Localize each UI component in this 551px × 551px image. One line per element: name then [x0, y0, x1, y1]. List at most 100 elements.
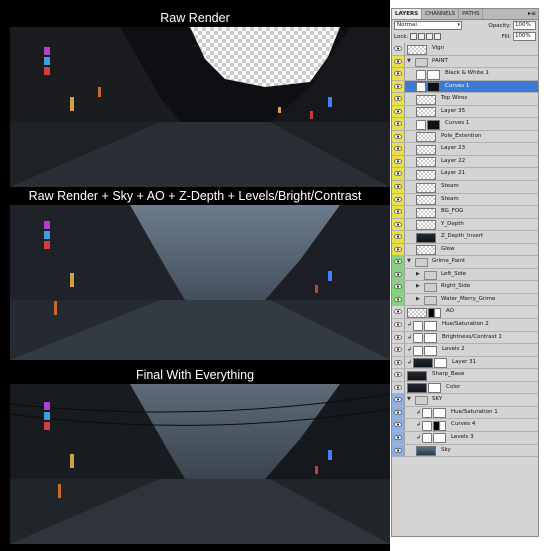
- lock-brush-icon[interactable]: [418, 33, 426, 40]
- layer-row[interactable]: Steam: [392, 193, 538, 207]
- layer-row[interactable]: ▶ Water_Merry_Grime: [392, 293, 538, 307]
- layer-row[interactable]: Curves 1: [392, 118, 538, 131]
- layer-name: Levels 2: [442, 346, 465, 353]
- visibility-eye-icon[interactable]: [392, 331, 405, 344]
- visibility-eye-icon[interactable]: [392, 93, 405, 105]
- layer-name: Hue/Saturation 1: [451, 408, 498, 415]
- lock-move-icon[interactable]: [426, 33, 434, 40]
- tab-layers[interactable]: LAYERS: [392, 9, 423, 19]
- visibility-eye-icon[interactable]: [392, 80, 405, 93]
- layer-row[interactable]: Pole_Extention: [392, 130, 538, 144]
- layer-row[interactable]: Layer 35: [392, 105, 538, 119]
- layer-row[interactable]: ↲ Layer 31: [392, 356, 538, 370]
- layer-row[interactable]: ▶ Left_Side: [392, 268, 538, 282]
- layer-row[interactable]: Black & White 1: [392, 68, 538, 81]
- visibility-eye-icon[interactable]: [392, 243, 405, 256]
- layer-row[interactable]: ▼ Grime_Paint: [392, 256, 538, 269]
- visibility-eye-icon[interactable]: [392, 293, 405, 306]
- visibility-eye-icon[interactable]: [392, 105, 405, 118]
- sky-ao-render-image: [10, 205, 390, 360]
- layer-row[interactable]: Y_Depth: [392, 218, 538, 232]
- visibility-eye-icon[interactable]: [392, 155, 405, 168]
- layer-row[interactable]: Curves 1: [392, 80, 538, 94]
- tab-paths[interactable]: PATHS: [459, 9, 484, 19]
- visibility-eye-icon[interactable]: [392, 43, 405, 55]
- expand-triangle-icon[interactable]: ▶: [416, 281, 420, 293]
- layer-name: Sky: [441, 446, 451, 453]
- visibility-eye-icon[interactable]: [392, 256, 405, 268]
- visibility-eye-icon[interactable]: [392, 306, 405, 319]
- layer-name: Pole_Extention: [441, 132, 482, 139]
- expand-triangle-icon[interactable]: ▶: [416, 294, 420, 306]
- expand-triangle-icon[interactable]: ▶: [416, 269, 420, 281]
- visibility-eye-icon[interactable]: [392, 130, 405, 143]
- layer-mask-thumbnail: [427, 119, 440, 130]
- layer-row[interactable]: Layer 21: [392, 168, 538, 182]
- visibility-eye-icon[interactable]: [392, 231, 405, 243]
- layer-row[interactable]: ▼ PAINT: [392, 55, 538, 69]
- opacity-input[interactable]: 100%: [513, 21, 536, 30]
- layer-row[interactable]: ↲ Levels 3: [392, 431, 538, 445]
- folder-icon: [424, 270, 437, 280]
- layer-row[interactable]: Top Wires: [392, 93, 538, 106]
- visibility-eye-icon[interactable]: [392, 381, 405, 394]
- visibility-eye-icon[interactable]: [392, 268, 405, 281]
- visibility-eye-icon[interactable]: [392, 394, 405, 406]
- layer-name: Left_Side: [441, 270, 466, 277]
- visibility-eye-icon[interactable]: [392, 193, 405, 206]
- layer-row[interactable]: Sharp_Base: [392, 369, 538, 382]
- layer-row[interactable]: ▶ Right_Side: [392, 281, 538, 294]
- visibility-eye-icon[interactable]: [392, 55, 405, 68]
- layer-thumbnail: [416, 107, 436, 118]
- layer-row[interactable]: Sky: [392, 444, 538, 458]
- layer-row[interactable]: ↲ Levels 2: [392, 344, 538, 357]
- layer-mask-thumbnail: [434, 358, 447, 369]
- lock-all-icon[interactable]: [434, 33, 442, 40]
- visibility-eye-icon[interactable]: [392, 356, 405, 369]
- visibility-eye-icon[interactable]: [392, 431, 405, 444]
- collapse-triangle-icon[interactable]: ▼: [407, 56, 411, 68]
- visibility-eye-icon[interactable]: [392, 143, 405, 155]
- layer-row[interactable]: ↲ Curves 4: [392, 419, 538, 432]
- visibility-eye-icon[interactable]: [392, 181, 405, 193]
- collapse-triangle-icon[interactable]: ▼: [407, 256, 411, 268]
- visibility-eye-icon[interactable]: [392, 444, 405, 457]
- visibility-eye-icon[interactable]: [392, 369, 405, 381]
- layer-name: Steam: [441, 195, 459, 202]
- visibility-eye-icon[interactable]: [392, 344, 405, 356]
- visibility-eye-icon[interactable]: [392, 206, 405, 218]
- visibility-eye-icon[interactable]: [392, 281, 405, 293]
- layer-row[interactable]: BG_FOG: [392, 206, 538, 219]
- adjustment-icon: [413, 333, 423, 344]
- tab-channels[interactable]: CHANNELS: [422, 9, 460, 19]
- visibility-eye-icon[interactable]: [392, 118, 405, 130]
- layer-row[interactable]: Z_Depth_Invert: [392, 231, 538, 244]
- panel-menu-icon[interactable]: ▸≡: [526, 9, 538, 19]
- visibility-eye-icon[interactable]: [392, 419, 405, 431]
- layer-thumbnail: [407, 307, 427, 318]
- layer-row[interactable]: ↲ Hue/Saturation 1: [392, 406, 538, 420]
- lock-icons[interactable]: [410, 33, 442, 40]
- layer-row[interactable]: ↲ Brightness/Contrast 1: [392, 331, 538, 345]
- visibility-eye-icon[interactable]: [392, 319, 405, 331]
- visibility-eye-icon[interactable]: [392, 168, 405, 181]
- visibility-eye-icon[interactable]: [392, 218, 405, 231]
- lock-transparent-icon[interactable]: [410, 33, 418, 40]
- visibility-eye-icon[interactable]: [392, 68, 405, 80]
- fill-input[interactable]: 100%: [513, 32, 536, 41]
- layer-row[interactable]: Color: [392, 381, 538, 395]
- layer-row[interactable]: Layer 22: [392, 155, 538, 169]
- collapse-triangle-icon[interactable]: ▼: [407, 394, 411, 406]
- adjustment-icon: [413, 320, 423, 331]
- layer-thumbnail: [416, 132, 436, 143]
- layer-row[interactable]: Glow: [392, 243, 538, 257]
- layer-row[interactable]: Layer 23: [392, 143, 538, 156]
- layer-row[interactable]: Vign: [392, 43, 538, 56]
- blend-mode-select[interactable]: Normal ▾: [394, 21, 462, 30]
- layer-name: Sharp_Base: [432, 371, 465, 378]
- visibility-eye-icon[interactable]: [392, 406, 405, 419]
- layer-row[interactable]: ↲ Hue/Saturation 2: [392, 319, 538, 332]
- layer-row[interactable]: Steam: [392, 181, 538, 194]
- layer-row[interactable]: AO: [392, 306, 538, 320]
- layer-row[interactable]: ▼ SKY: [392, 394, 538, 407]
